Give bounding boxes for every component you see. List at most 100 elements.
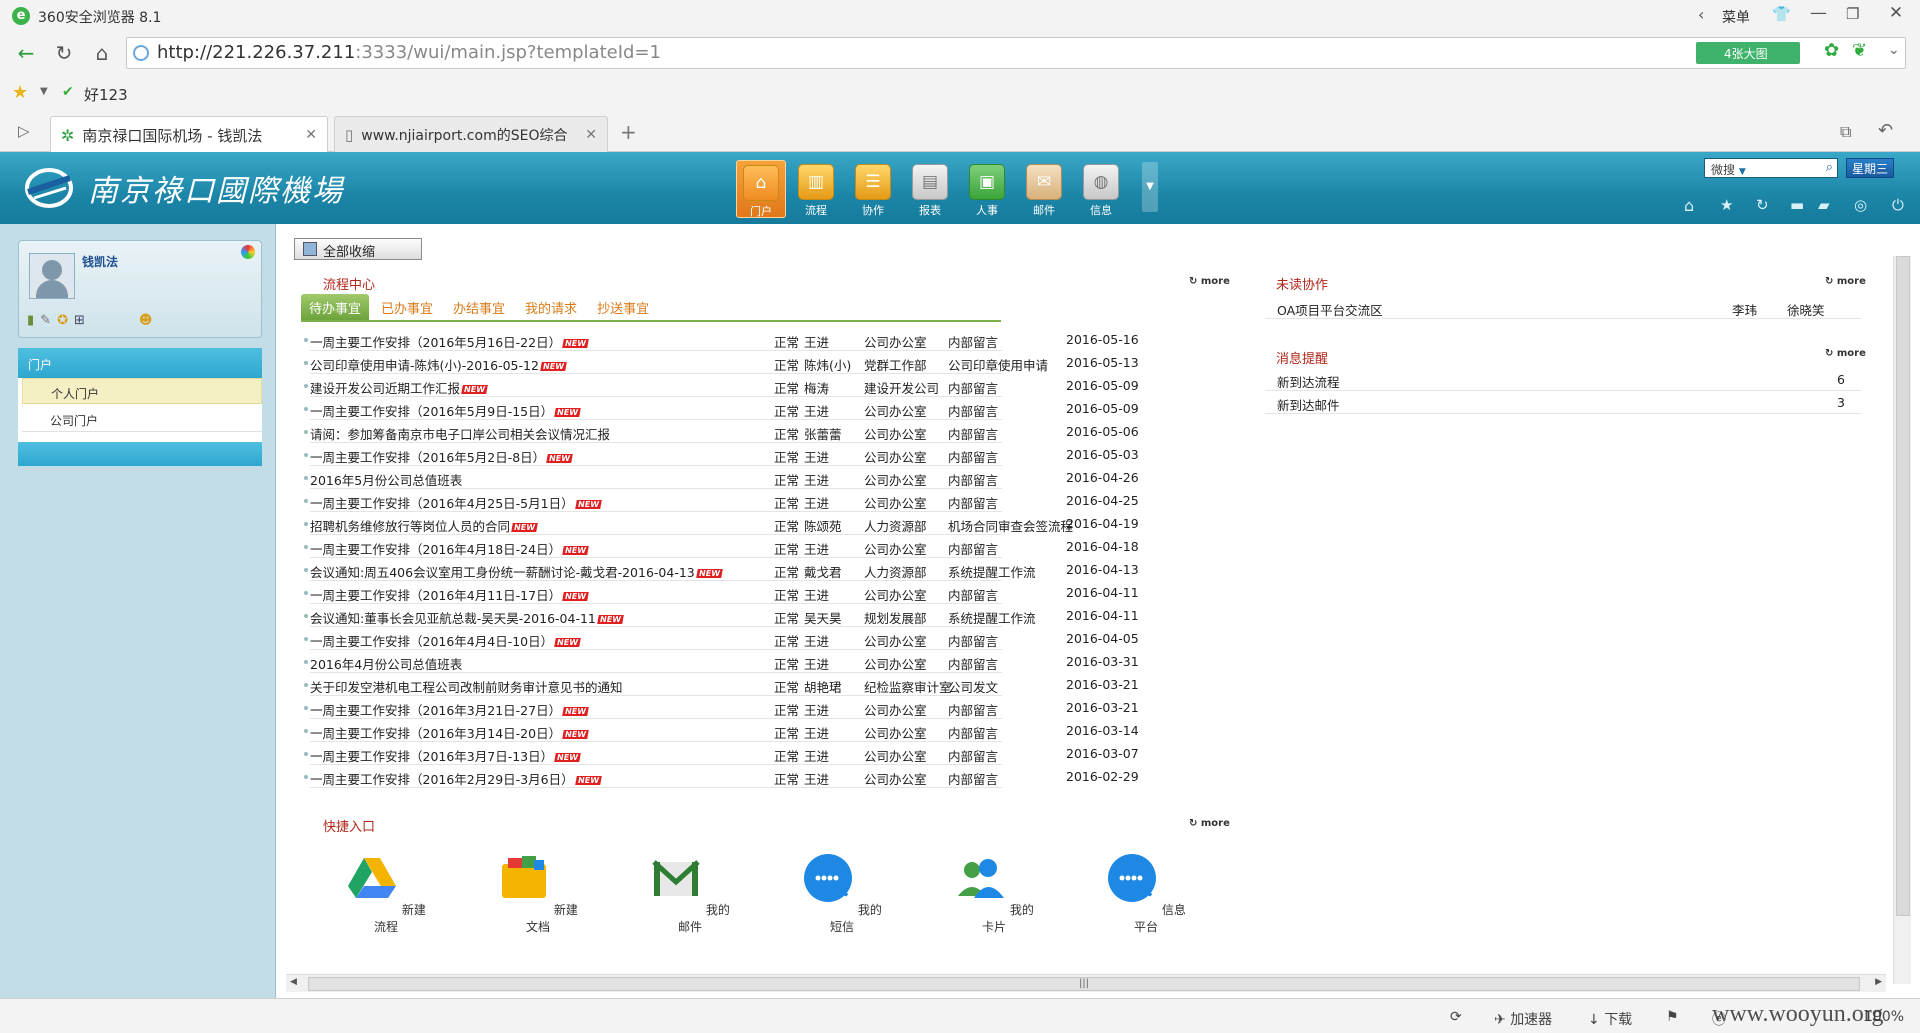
table-row[interactable]: 2016年5月份公司总值班表 正常 王进 公司办公室 内部留言 2016-04-26 [304, 466, 1139, 489]
minimize-button[interactable]: — [1810, 3, 1827, 23]
workflow-title-link[interactable]: 一周主要工作安排（2016年5月2日-8日） NEW [310, 447, 573, 466]
workflow-title-link[interactable]: 一周主要工作安排（2016年5月9日-15日） NEW [310, 401, 581, 420]
quick-my-sms[interactable]: 我的短信 [797, 852, 887, 935]
quick-my-mail[interactable]: 我的邮件 [645, 852, 735, 935]
workflow-tab[interactable]: 抄送事宜 [589, 294, 657, 321]
workflow-tab[interactable]: 已办事宜 [373, 294, 441, 321]
tag-icon[interactable]: ▰ [1818, 196, 1830, 214]
minus-icon[interactable]: ▬ [1790, 196, 1804, 214]
module-cooperation[interactable]: ☰ 协作 [848, 160, 898, 218]
user-name[interactable]: 钱凯法 [82, 253, 118, 270]
workflow-title-link[interactable]: 一周主要工作安排（2016年4月4日-10日） NEW [310, 631, 581, 650]
module-info[interactable]: ◍ 信息 [1076, 160, 1126, 218]
search-box[interactable]: 微搜 ▼ ⌕ [1704, 158, 1838, 178]
org-icon[interactable]: ⊞ [74, 313, 85, 328]
sidebar-item-company-portal[interactable]: 公司门户 [22, 406, 262, 432]
workflow-tab[interactable]: 我的请求 [517, 294, 585, 321]
workflow-title-link[interactable]: 建设开发公司近期工作汇报 NEW [310, 378, 488, 397]
badge-icon[interactable]: ✪ [57, 313, 68, 328]
tab-oa[interactable]: ✲ 南京禄口国际机场 - 钱凯法 ✕ [50, 116, 328, 153]
module-portal[interactable]: ⌂ 门户 [736, 160, 786, 218]
sidebar-section-header[interactable]: 门户 [18, 348, 262, 378]
table-row[interactable]: 招聘机务维修放行等岗位人员的合同 NEW 正常 陈颂苑 人力资源部 机场合同审查会签流程 2… [304, 512, 1139, 535]
skin-palette-icon[interactable] [241, 245, 255, 259]
close-tab-icon[interactable]: ✕ [585, 127, 597, 143]
download-button[interactable]: ↓ 下载 [1588, 1009, 1632, 1029]
quick-more-link[interactable]: ↻ more [1189, 818, 1230, 829]
table-row[interactable]: 一周主要工作安排（2016年4月18日-24日） NEW 正常 王进 公司办公室 内部留言… [304, 535, 1139, 558]
home-button[interactable]: ⌂ [90, 42, 114, 66]
leaf-icon[interactable]: ❦ [1852, 40, 1867, 61]
message-item-title[interactable]: 新到达流程 [1277, 372, 1340, 391]
table-row[interactable]: 一周主要工作安排（2016年3月7日-13日） NEW 正常 王进 公司办公室 内部留言 2… [304, 742, 1139, 765]
collapse-all-button[interactable]: 全部收缩 [294, 238, 422, 260]
workflow-title-link[interactable]: 一周主要工作安排（2016年3月7日-13日） NEW [310, 746, 581, 765]
module-mail[interactable]: ✉ 邮件 [1019, 160, 1069, 218]
undo-close-icon[interactable]: ↶ [1878, 120, 1893, 141]
table-row[interactable]: 建设开发公司近期工作汇报 NEW 正常 梅涛 建设开发公司 内部留言 2016-05-09 [304, 374, 1139, 397]
horizontal-scrollbar[interactable]: ◀ ||| ▶ [286, 974, 1886, 992]
table-row[interactable]: 关于印发空港机电工程公司改制前财务审计意见书的通知 正常 胡艳珺 纪检监察审计室 公司发… [304, 673, 1139, 696]
status-icon[interactable]: ☻ [139, 313, 153, 328]
settings-icon[interactable]: ◎ [1854, 196, 1867, 214]
workflow-title-link[interactable]: 一周主要工作安排（2016年5月16日-22日） NEW [310, 332, 589, 351]
workflow-title-link[interactable]: 2016年5月份公司总值班表 [310, 470, 462, 489]
message-item-title[interactable]: 新到达邮件 [1277, 395, 1340, 414]
workflow-title-link[interactable]: 一周主要工作安排（2016年4月11日-17日） NEW [310, 585, 589, 604]
home-icon[interactable]: ⌂ [1684, 196, 1694, 215]
quick-my-card[interactable]: 我的卡片 [949, 852, 1039, 935]
table-row[interactable]: 一周主要工作安排（2016年4月4日-10日） NEW 正常 王进 公司办公室 内部留言 2… [304, 627, 1139, 650]
accelerator-button[interactable]: ✈ 加速器 [1494, 1009, 1552, 1029]
list-item[interactable]: OA项目平台交流区 李玮 徐晓笑 [1265, 296, 1861, 319]
scroll-left-icon[interactable]: ◀ [290, 977, 297, 987]
star-icon[interactable]: ★ [1720, 196, 1733, 214]
quick-new-workflow[interactable]: 新建流程 [341, 852, 431, 935]
table-row[interactable]: 会议通知:董事长会见亚航总裁-吴天昊-2016-04-11 NEW 正常 吴天昊 规划发… [304, 604, 1139, 627]
close-tab-icon[interactable]: ✕ [305, 127, 317, 143]
menu-button[interactable]: 菜单 [1722, 7, 1750, 27]
back-chevron-icon[interactable]: ‹ [1698, 5, 1704, 24]
favorites-dropdown-icon[interactable]: ▼ [40, 86, 48, 97]
quick-info-platform[interactable]: 信息平台 [1101, 852, 1191, 935]
messages-more-link[interactable]: ↻ more [1825, 348, 1866, 359]
chevron-down-icon[interactable]: ⌄ [1888, 42, 1900, 58]
skin-icon[interactable]: 👕 [1772, 5, 1791, 23]
workflow-title-link[interactable]: 关于印发空港机电工程公司改制前财务审计意见书的通知 [310, 677, 623, 696]
refresh-button[interactable]: ↻ [52, 42, 76, 66]
book-icon[interactable]: ▮ [27, 313, 34, 328]
workflow-title-link[interactable]: 2016年4月份公司总值班表 [310, 654, 462, 673]
table-row[interactable]: 一周主要工作安排（2016年5月9日-15日） NEW 正常 王进 公司办公室 内部留言 2… [304, 397, 1139, 420]
workflow-title-link[interactable]: 一周主要工作安排（2016年3月14日-20日） NEW [310, 723, 589, 742]
workflow-title-link[interactable]: 一周主要工作安排（2016年4月25日-5月1日） NEW [310, 493, 602, 512]
safe-icon[interactable]: ✿ [1824, 40, 1839, 61]
new-tab-button[interactable]: + [620, 120, 637, 144]
workflow-tab[interactable]: 办结事宜 [445, 294, 513, 321]
table-row[interactable]: 请阅：参加筹备南京市电子口岸公司相关会议情况汇报 正常 张蕾蕾 公司办公室 内部留言 20… [304, 420, 1139, 443]
table-row[interactable]: 会议通知:周五406会议室用工身份统一薪酬讨论-戴戈君-2016-04-13 NE… [304, 558, 1139, 581]
sidebar-item-personal-portal[interactable]: 个人门户 [22, 378, 262, 404]
unread-more-link[interactable]: ↻ more [1825, 276, 1866, 287]
tab-seo[interactable]: ▯ www.njiairport.com的SEO综合 ✕ [334, 116, 608, 152]
scrollbar-thumb[interactable] [1896, 256, 1910, 916]
table-row[interactable]: 一周主要工作安排（2016年3月14日-20日） NEW 正常 王进 公司办公室 内部留言… [304, 719, 1139, 742]
module-workflow[interactable]: ▥ 流程 [791, 160, 841, 218]
table-row[interactable]: 一周主要工作安排（2016年2月29日-3月6日） NEW 正常 王进 公司办公室 内部留… [304, 765, 1139, 788]
speed-icon[interactable]: ⟳ [1450, 1009, 1462, 1025]
workflow-title-link[interactable]: 一周主要工作安排（2016年3月21日-27日） NEW [310, 700, 589, 719]
table-row[interactable]: 一周主要工作安排（2016年4月25日-5月1日） NEW 正常 王进 公司办公室 内部留… [304, 489, 1139, 512]
url-input[interactable]: http://221.226.37.211:3333/wui/main.jsp?… [126, 37, 1906, 69]
workflow-title-link[interactable]: 一周主要工作安排（2016年4月18日-24日） NEW [310, 539, 589, 558]
workflow-tab[interactable]: 待办事宜 [301, 294, 370, 321]
maximize-button[interactable]: ❐ [1846, 5, 1859, 23]
vertical-scrollbar[interactable] [1893, 256, 1911, 984]
list-item[interactable]: 新到达流程 6 [1265, 368, 1861, 391]
workflow-more-link[interactable]: ↻ more [1189, 276, 1230, 287]
table-row[interactable]: 一周主要工作安排（2016年5月2日-8日） NEW 正常 王进 公司办公室 内部留言 20… [304, 443, 1139, 466]
edit-icon[interactable]: ✎ [40, 313, 51, 328]
workflow-title-link[interactable]: 请阅：参加筹备南京市电子口岸公司相关会议情况汇报 [310, 424, 610, 443]
big-picture-button[interactable]: 4张大图 [1696, 42, 1800, 64]
workflow-title-link[interactable]: 招聘机务维修放行等岗位人员的合同 NEW [310, 516, 538, 535]
close-window-button[interactable]: ✕ [1880, 3, 1912, 27]
workflow-title-link[interactable]: 公司印章使用申请-陈炜(小)-2016-05-12 NEW [310, 355, 567, 374]
scrollbar-thumb[interactable]: ||| [308, 977, 1860, 991]
